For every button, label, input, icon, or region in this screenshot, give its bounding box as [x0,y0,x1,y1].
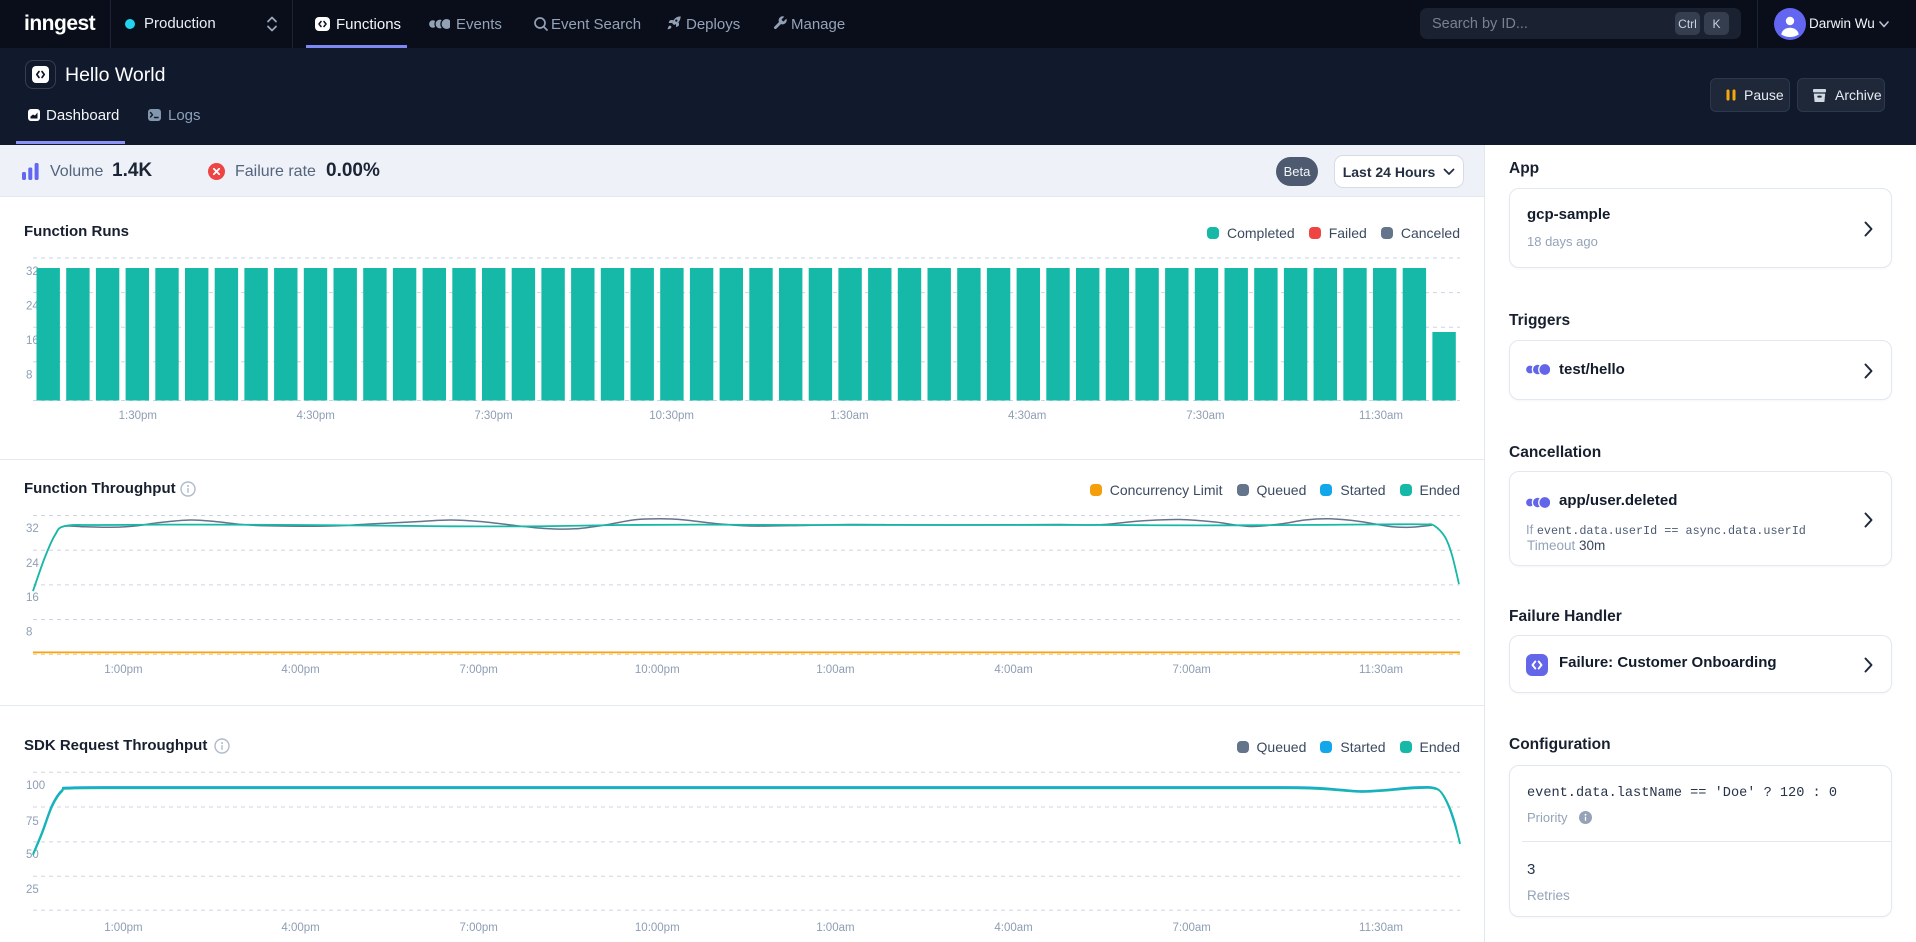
svg-text:11:30am: 11:30am [1359,922,1403,934]
svg-text:10:00pm: 10:00pm [635,922,680,934]
svg-text:4:00am: 4:00am [994,664,1032,676]
svg-text:8: 8 [26,627,32,639]
svg-text:1:00pm: 1:00pm [104,664,142,676]
svg-text:25: 25 [26,884,39,896]
svg-text:16: 16 [26,592,39,604]
svg-text:1:00am: 1:00am [816,664,854,676]
svg-text:10:00pm: 10:00pm [635,664,680,676]
svg-text:75: 75 [26,816,39,828]
svg-text:7:00pm: 7:00pm [460,664,498,676]
svg-text:1:00pm: 1:00pm [104,922,142,934]
svg-text:7:00am: 7:00am [1173,922,1211,934]
svg-text:4:00pm: 4:00pm [281,922,319,934]
svg-text:1:00am: 1:00am [816,922,854,934]
svg-text:7:00am: 7:00am [1173,664,1211,676]
svg-text:1:30am: 1:30am [830,410,868,422]
svg-text:7:30pm: 7:30pm [474,410,512,422]
svg-text:32: 32 [26,523,39,535]
svg-text:1:30pm: 1:30pm [119,410,157,422]
svg-text:4:30am: 4:30am [1008,410,1046,422]
svg-text:7:00pm: 7:00pm [460,922,498,934]
svg-text:10:30pm: 10:30pm [649,410,694,422]
svg-text:11:30am: 11:30am [1359,664,1403,676]
svg-text:100: 100 [26,780,45,792]
svg-text:11:30am: 11:30am [1359,410,1403,422]
svg-text:7:30am: 7:30am [1186,410,1224,422]
svg-text:8: 8 [26,370,32,382]
svg-text:4:00pm: 4:00pm [281,664,319,676]
svg-text:24: 24 [26,558,39,570]
svg-text:4:00am: 4:00am [994,922,1032,934]
svg-text:4:30pm: 4:30pm [297,410,335,422]
svg-text:50: 50 [26,849,39,861]
